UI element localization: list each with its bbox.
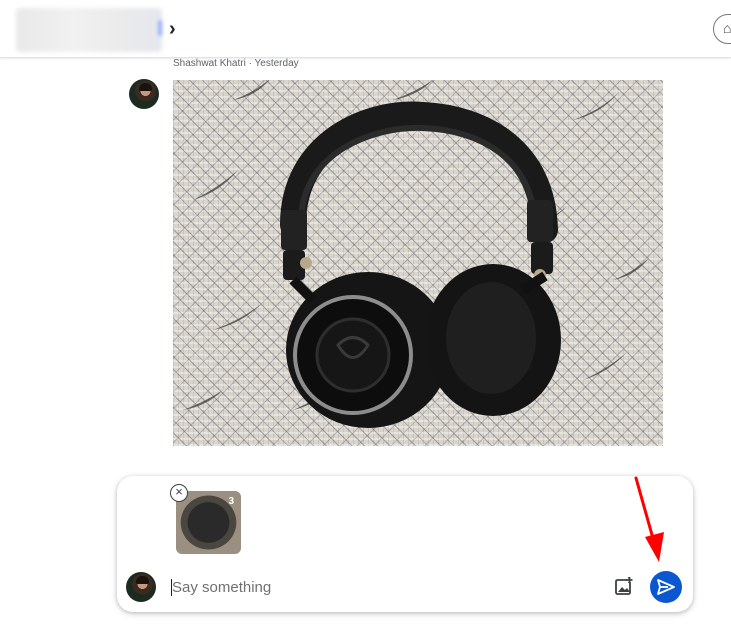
attachment-thumbnail[interactable]: 3 xyxy=(176,491,241,554)
message-input[interactable] xyxy=(172,577,592,597)
send-button[interactable] xyxy=(650,571,682,603)
compose-avatar xyxy=(126,572,156,602)
attachment-count: 3 xyxy=(228,496,234,507)
chevron-right-icon[interactable]: › xyxy=(169,19,176,39)
sender-avatar[interactable] xyxy=(129,79,159,109)
add-photo-icon[interactable] xyxy=(614,576,634,596)
headphones-illustration xyxy=(183,80,649,428)
add-photo-glyph xyxy=(615,577,633,595)
close-circle-icon[interactable]: × xyxy=(170,484,188,502)
header-action-icon: ⌂ xyxy=(723,20,731,36)
compose-box: 3 × xyxy=(117,476,693,612)
message-sender-meta: Shashwat Khatri · Yesterday xyxy=(173,58,299,69)
header-action-button[interactable]: ⌂ xyxy=(713,14,731,44)
chat-header: › ⌂ xyxy=(0,0,731,58)
message-image[interactable] xyxy=(173,80,663,446)
chat-title-blurred[interactable] xyxy=(16,8,162,52)
send-icon xyxy=(657,579,675,595)
blur-accent xyxy=(158,20,162,36)
